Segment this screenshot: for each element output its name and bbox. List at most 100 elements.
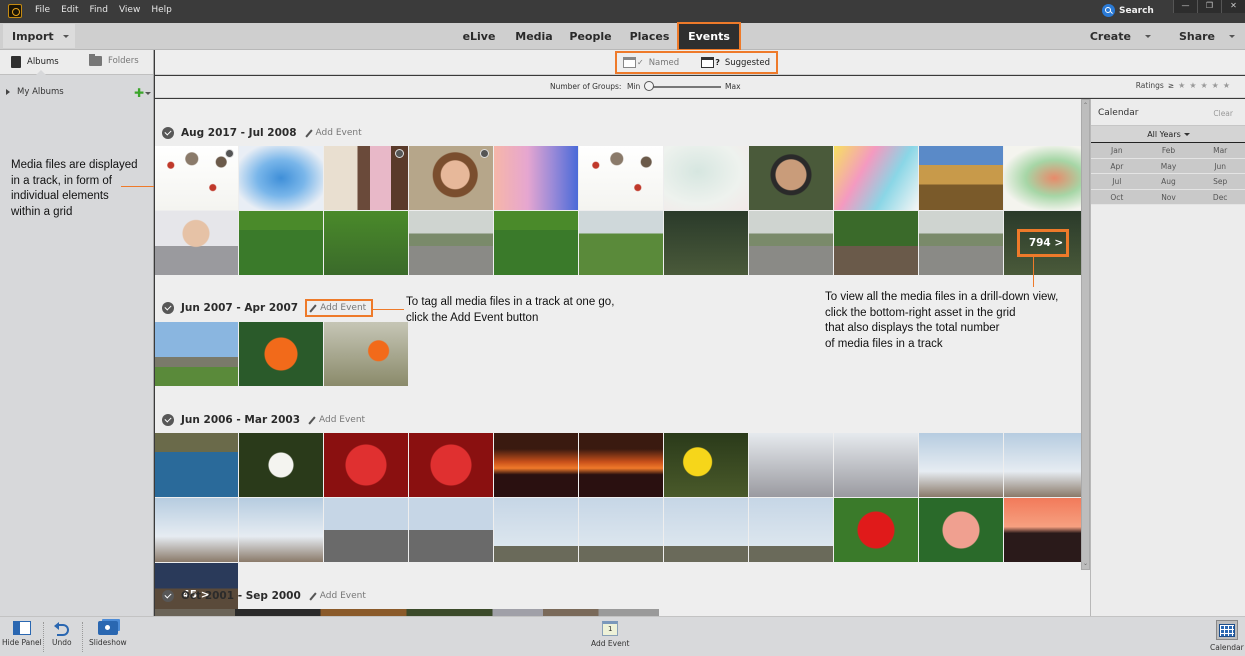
star-icon[interactable]: ★ [1223,81,1230,90]
scroll-up-icon[interactable]: ⌃ [1082,102,1089,109]
media-thumbnail[interactable] [239,498,323,562]
search-button[interactable]: Search [1102,4,1154,17]
month-cell[interactable]: Jul [1091,174,1143,189]
media-thumbnail[interactable] [239,322,323,386]
media-thumbnail[interactable] [579,146,663,210]
tab-media[interactable]: Media [508,23,560,50]
media-thumbnail[interactable] [1004,498,1081,562]
media-thumbnail[interactable] [494,146,578,210]
media-thumbnail[interactable] [155,146,238,210]
media-thumbnail[interactable] [239,433,323,497]
media-thumbnail[interactable] [409,498,493,562]
month-cell[interactable]: Jun [1194,159,1245,174]
media-thumbnail[interactable] [579,498,663,562]
media-thumbnail[interactable] [324,498,408,562]
tab-albums[interactable]: Albums [11,56,59,68]
media-thumbnail[interactable] [1004,146,1081,210]
media-thumbnail[interactable] [664,433,748,497]
media-thumbnail[interactable] [239,146,323,210]
month-cell[interactable]: Apr [1091,159,1143,174]
drilldown-more-thumbnail[interactable]: 794 > [1004,211,1081,275]
media-thumbnail[interactable] [494,433,578,497]
add-album-button[interactable]: ✚ [134,86,152,100]
media-thumbnail[interactable] [749,498,833,562]
add-event-button[interactable]: Add Event [304,128,362,138]
scroll-down-icon[interactable]: ⌄ [1082,560,1089,567]
media-thumbnail[interactable] [919,498,1003,562]
media-thumbnail[interactable] [834,433,918,497]
media-thumbnail[interactable] [749,146,833,210]
menu-help[interactable]: Help [151,5,172,15]
media-thumbnail[interactable] [1004,433,1081,497]
groups-slider-track[interactable] [647,86,721,88]
check-circle-icon[interactable] [162,590,174,602]
tab-people[interactable]: People [560,23,621,50]
check-circle-icon[interactable] [162,414,174,426]
slideshow-button[interactable]: Slideshow [89,621,127,647]
tab-events[interactable]: Events [677,22,741,51]
add-event-button[interactable]: Add Event [305,299,374,317]
media-thumbnail[interactable] [239,211,323,275]
media-thumbnail[interactable] [919,146,1003,210]
star-icon[interactable]: ★ [1200,81,1207,90]
month-cell[interactable]: Nov [1143,190,1195,205]
media-thumbnail[interactable] [324,146,408,210]
media-thumbnail[interactable] [664,498,748,562]
add-event-bottom-button[interactable]: 1 Add Event [591,621,629,648]
share-button[interactable]: Share [1179,30,1235,43]
check-circle-icon[interactable] [162,127,174,139]
media-thumbnail[interactable] [749,433,833,497]
media-thumbnail[interactable] [155,211,238,275]
my-albums-toggle[interactable]: My Albums [6,87,64,97]
calendar-clear-button[interactable]: Clear [1213,109,1233,118]
menu-find[interactable]: Find [90,5,108,15]
media-thumbnail[interactable] [324,322,408,386]
media-thumbnail[interactable] [324,433,408,497]
tab-elive[interactable]: eLive [450,23,508,50]
suggested-events-button[interactable]: ? Suggested [701,57,770,68]
month-cell[interactable]: May [1143,159,1195,174]
year-dropdown[interactable]: All Years [1091,125,1245,142]
media-thumbnail[interactable] [834,146,918,210]
media-thumbnail[interactable] [155,433,238,497]
month-cell[interactable]: Aug [1143,174,1195,189]
menu-file[interactable]: File [35,5,50,15]
restore-button[interactable]: ❐ [1197,0,1221,13]
minimize-button[interactable]: — [1173,0,1197,13]
month-cell[interactable]: Sep [1194,174,1245,189]
media-thumbnail[interactable] [579,211,663,275]
undo-button[interactable]: Undo [52,621,72,647]
star-icon[interactable]: ★ [1178,81,1185,90]
ratings-operator[interactable]: ≥ [1168,81,1174,90]
menu-view[interactable]: View [119,5,140,15]
menu-edit[interactable]: Edit [61,5,78,15]
tab-places[interactable]: Places [621,23,678,50]
calendar-toggle-button[interactable]: Calendar [1210,620,1244,652]
media-thumbnail[interactable] [409,433,493,497]
add-event-button[interactable]: Add Event [308,415,365,425]
media-thumbnail[interactable] [834,211,918,275]
media-thumbnail[interactable] [494,211,578,275]
media-thumbnail[interactable] [155,498,238,562]
media-thumbnail[interactable] [664,211,748,275]
named-events-button[interactable]: ✓ Named [623,57,679,68]
media-thumbnail[interactable] [919,211,1003,275]
media-thumbnail[interactable] [664,146,748,210]
month-cell[interactable]: Feb [1143,143,1195,158]
month-cell[interactable]: Oct [1091,190,1143,205]
media-thumbnail[interactable] [919,433,1003,497]
create-button[interactable]: Create [1090,30,1151,43]
star-icon[interactable]: ★ [1212,81,1219,90]
add-event-button[interactable]: Add Event [309,591,366,601]
media-thumbnail[interactable] [749,211,833,275]
close-button[interactable]: ✕ [1221,0,1245,13]
media-thumbnail[interactable] [834,498,918,562]
hide-panel-button[interactable]: Hide Panel [2,621,42,647]
month-cell[interactable]: Mar [1194,143,1245,158]
media-thumbnail[interactable] [409,146,493,210]
check-circle-icon[interactable] [162,302,174,314]
month-cell[interactable]: Jan [1091,143,1143,158]
import-button[interactable]: Import [3,24,75,48]
month-cell[interactable]: Dec [1194,190,1245,205]
media-thumbnail[interactable] [155,322,238,386]
